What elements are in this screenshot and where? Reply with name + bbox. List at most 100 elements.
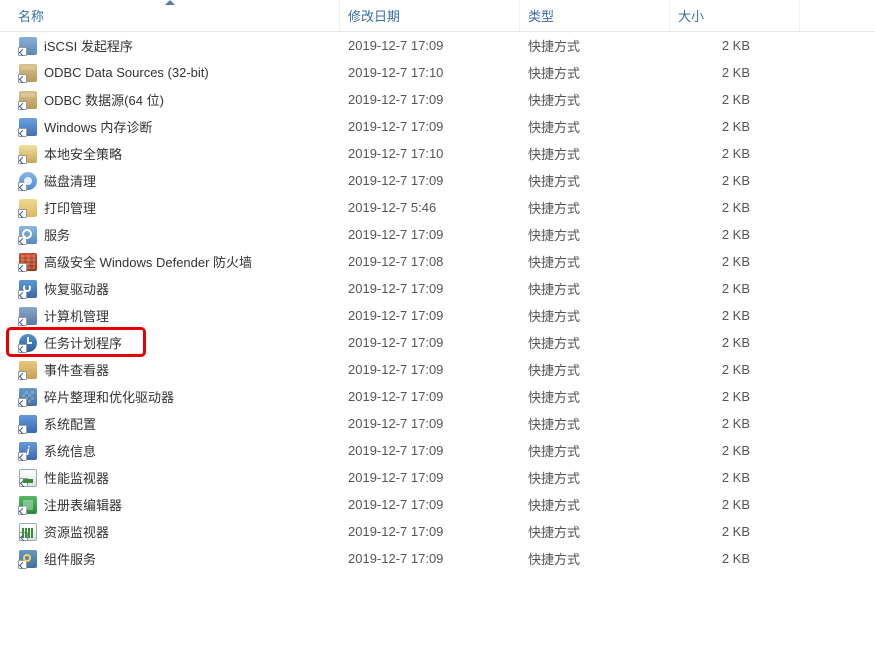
file-row[interactable]: 资源监视器2019-12-7 17:09快捷方式2 KB: [0, 518, 875, 545]
file-type-cell: 快捷方式: [520, 279, 670, 298]
file-name-label: 事件查看器: [44, 360, 109, 379]
column-header-name[interactable]: 名称: [0, 0, 340, 31]
column-header-type[interactable]: 类型: [520, 0, 670, 31]
file-name-cell[interactable]: ODBC Data Sources (32-bit): [0, 63, 340, 83]
file-name-cell[interactable]: 恢复驱动器: [0, 279, 340, 299]
file-name-cell[interactable]: 任务计划程序: [0, 333, 340, 353]
file-name-cell[interactable]: 计算机管理: [0, 306, 340, 326]
file-date-cell: 2019-12-7 17:10: [340, 146, 520, 161]
file-name-cell[interactable]: 系统配置: [0, 414, 340, 434]
file-type-cell: 快捷方式: [520, 549, 670, 568]
file-row[interactable]: 系统信息2019-12-7 17:09快捷方式2 KB: [0, 437, 875, 464]
file-date-cell: 2019-12-7 17:09: [340, 173, 520, 188]
file-row[interactable]: 系统配置2019-12-7 17:09快捷方式2 KB: [0, 410, 875, 437]
file-type-cell: 快捷方式: [520, 144, 670, 163]
file-icon: [18, 279, 38, 299]
shortcut-overlay-icon: [18, 209, 27, 218]
file-name-cell[interactable]: 注册表编辑器: [0, 495, 340, 515]
file-name-cell[interactable]: 系统信息: [0, 441, 340, 461]
column-header-date[interactable]: 修改日期: [340, 0, 520, 31]
file-icon: [18, 144, 38, 164]
file-icon: [18, 333, 38, 353]
file-name-label: 性能监视器: [44, 468, 109, 487]
file-name-cell[interactable]: ODBC 数据源(64 位): [0, 90, 340, 110]
file-row[interactable]: ODBC Data Sources (32-bit)2019-12-7 17:1…: [0, 59, 875, 86]
shortcut-overlay-icon: [18, 506, 27, 515]
file-name-label: 组件服务: [44, 549, 96, 568]
file-row[interactable]: 碎片整理和优化驱动器2019-12-7 17:09快捷方式2 KB: [0, 383, 875, 410]
file-date-cell: 2019-12-7 17:09: [340, 497, 520, 512]
file-date-cell: 2019-12-7 5:46: [340, 200, 520, 215]
file-row[interactable]: 事件查看器2019-12-7 17:09快捷方式2 KB: [0, 356, 875, 383]
column-header-size[interactable]: 大小: [670, 0, 800, 31]
file-row[interactable]: 恢复驱动器2019-12-7 17:09快捷方式2 KB: [0, 275, 875, 302]
file-row[interactable]: 本地安全策略2019-12-7 17:10快捷方式2 KB: [0, 140, 875, 167]
file-date-cell: 2019-12-7 17:09: [340, 119, 520, 134]
file-size-cell: 2 KB: [670, 443, 800, 458]
file-name-cell[interactable]: 碎片整理和优化驱动器: [0, 387, 340, 407]
file-icon: [18, 495, 38, 515]
shortcut-overlay-icon: [18, 452, 27, 461]
file-type-cell: 快捷方式: [520, 441, 670, 460]
file-row[interactable]: 计算机管理2019-12-7 17:09快捷方式2 KB: [0, 302, 875, 329]
file-type-cell: 快捷方式: [520, 522, 670, 541]
file-row[interactable]: 组件服务2019-12-7 17:09快捷方式2 KB: [0, 545, 875, 572]
shortcut-overlay-icon: [18, 128, 27, 137]
file-name-cell[interactable]: 本地安全策略: [0, 144, 340, 164]
file-name-cell[interactable]: 组件服务: [0, 549, 340, 569]
file-type-cell: 快捷方式: [520, 225, 670, 244]
file-size-cell: 2 KB: [670, 227, 800, 242]
file-row[interactable]: 磁盘清理 2019-12-7 17:09快捷方式2 KB: [0, 167, 875, 194]
file-type-cell: 快捷方式: [520, 36, 670, 55]
file-icon: [18, 171, 38, 191]
shortcut-overlay-icon: [18, 290, 27, 299]
column-header-name-label: 名称: [18, 6, 44, 25]
file-size-cell: 2 KB: [670, 470, 800, 485]
file-name-cell[interactable]: 资源监视器: [0, 522, 340, 542]
file-date-cell: 2019-12-7 17:09: [340, 227, 520, 242]
file-size-cell: 2 KB: [670, 281, 800, 296]
file-row[interactable]: iSCSI 发起程序2019-12-7 17:09快捷方式2 KB: [0, 32, 875, 59]
file-size-cell: 2 KB: [670, 65, 800, 80]
file-name-cell[interactable]: Windows 内存诊断: [0, 117, 340, 137]
shortcut-overlay-icon: [18, 317, 27, 326]
file-date-cell: 2019-12-7 17:09: [340, 38, 520, 53]
file-row[interactable]: 注册表编辑器2019-12-7 17:09快捷方式2 KB: [0, 491, 875, 518]
file-size-cell: 2 KB: [670, 146, 800, 161]
file-name-label: 计算机管理: [44, 306, 109, 325]
file-type-cell: 快捷方式: [520, 360, 670, 379]
file-name-cell[interactable]: 事件查看器: [0, 360, 340, 380]
shortcut-overlay-icon: [18, 182, 27, 191]
file-icon: [18, 414, 38, 434]
file-name-cell[interactable]: 高级安全 Windows Defender 防火墙: [0, 252, 340, 272]
file-row[interactable]: 服务2019-12-7 17:09快捷方式2 KB: [0, 221, 875, 248]
file-size-cell: 2 KB: [670, 497, 800, 512]
file-name-label: ODBC 数据源(64 位): [44, 90, 164, 109]
file-name-cell[interactable]: 打印管理: [0, 198, 340, 218]
file-size-cell: 2 KB: [670, 173, 800, 188]
file-name-cell[interactable]: 服务: [0, 225, 340, 245]
shortcut-overlay-icon: [18, 263, 27, 272]
file-row[interactable]: 打印管理2019-12-7 5:46快捷方式2 KB: [0, 194, 875, 221]
file-icon: [18, 252, 38, 272]
file-name-cell[interactable]: 磁盘清理: [0, 171, 340, 191]
file-name-label: 磁盘清理: [44, 171, 96, 190]
file-name-label: 打印管理: [44, 198, 96, 217]
file-date-cell: 2019-12-7 17:09: [340, 551, 520, 566]
file-row[interactable]: 性能监视器2019-12-7 17:09快捷方式2 KB: [0, 464, 875, 491]
file-date-cell: 2019-12-7 17:10: [340, 65, 520, 80]
file-name-cell[interactable]: 性能监视器: [0, 468, 340, 488]
file-name-label: 系统配置: [44, 414, 96, 433]
file-icon: [18, 63, 38, 83]
file-row[interactable]: Windows 内存诊断2019-12-7 17:09快捷方式2 KB: [0, 113, 875, 140]
file-icon: [18, 441, 38, 461]
file-date-cell: 2019-12-7 17:09: [340, 524, 520, 539]
shortcut-overlay-icon: [18, 560, 27, 569]
file-row[interactable]: ODBC 数据源(64 位)2019-12-7 17:09快捷方式2 KB: [0, 86, 875, 113]
file-row[interactable]: 高级安全 Windows Defender 防火墙2019-12-7 17:08…: [0, 248, 875, 275]
file-name-label: 资源监视器: [44, 522, 109, 541]
file-name-label: Windows 内存诊断: [44, 117, 152, 136]
file-type-cell: 快捷方式: [520, 171, 670, 190]
file-row[interactable]: 任务计划程序2019-12-7 17:09快捷方式2 KB: [0, 329, 875, 356]
file-name-cell[interactable]: iSCSI 发起程序: [0, 36, 340, 56]
